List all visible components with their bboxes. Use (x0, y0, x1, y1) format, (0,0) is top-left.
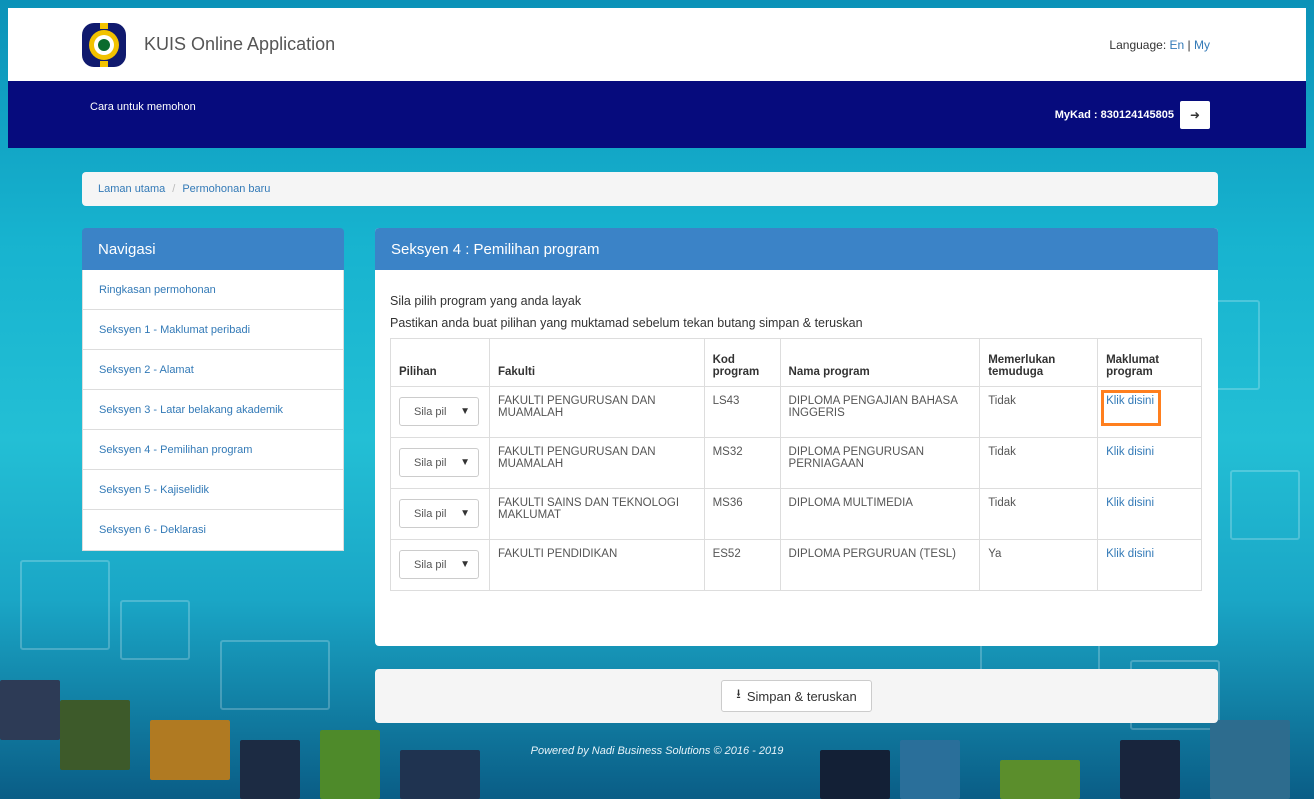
choice-select-value: Sila pil (414, 456, 447, 469)
language-label: Language: (1109, 37, 1167, 52)
dropdown-arrow-icon: ▼ (460, 457, 470, 468)
choice-cell: Sila pil ▼ (390, 488, 490, 540)
choice-select-value: Sila pil (414, 405, 447, 418)
program-cell: DIPLOMA MULTIMEDIA (779, 488, 981, 540)
code-cell: ES52 (703, 539, 781, 591)
action-bar: ⭳ Simpan & teruskan (375, 669, 1218, 723)
main-navbar: Cara untuk memohon MyKad : 830124145805 … (8, 81, 1306, 148)
instruction-text-1: Sila pilih program yang anda layak (390, 294, 582, 308)
program-cell: DIPLOMA PENGURUSAN PERNIAGAAN (779, 437, 981, 489)
col-header-interview: Memerlukan temuduga (979, 338, 1099, 387)
faculty-cell: FAKULTI PENGURUSAN DAN MUAMALAH (488, 386, 705, 438)
app-title: KUIS Online Application (144, 34, 336, 54)
interview-cell: Ya (979, 539, 1099, 591)
user-info: MyKad : 830124145805 ➜ (1055, 101, 1210, 129)
info-cell: Klik disini (1097, 539, 1202, 591)
logout-icon: ➜ (1189, 108, 1201, 122)
dropdown-arrow-icon: ▼ (460, 559, 470, 570)
save-continue-label: Simpan & teruskan (746, 688, 857, 704)
faculty-cell: FAKULTI SAINS DAN TEKNOLOGI MAKLUMAT (488, 488, 705, 540)
program-selection-panel: Seksyen 4 : Pemilihan program Sila pilih… (375, 228, 1218, 646)
choice-cell: Sila pil ▼ (390, 386, 490, 438)
col-header-program: Nama program (779, 338, 981, 387)
footer-text: Powered by Nadi Business Solutions © 201… (530, 745, 784, 757)
col-header-faculty: Fakulti (488, 338, 705, 387)
interview-cell: Tidak (979, 437, 1099, 489)
code-cell: LS43 (703, 386, 781, 438)
info-cell: Klik disini (1097, 488, 1202, 540)
code-cell: MS32 (703, 437, 781, 489)
navigation-list: Ringkasan permohonan Seksyen 1 - Makluma… (82, 270, 344, 551)
breadcrumb-separator: / (172, 183, 176, 195)
table-row: Sila pil ▼ FAKULTI PENGURUSAN DAN MUAMALA… (390, 437, 1202, 489)
col-header-code: Kod program (703, 338, 781, 387)
info-cell: Klik disini (1097, 386, 1202, 438)
brand[interactable]: KUIS Online Application (80, 21, 335, 69)
panel-body: Sila pilih program yang anda layak Pasti… (375, 270, 1218, 591)
table-row: Sila pil ▼ FAKULTI PENDIDIKAN ES52 DIPLOM… (390, 539, 1202, 591)
logout-button[interactable]: ➜ (1180, 101, 1210, 129)
interview-cell: Tidak (979, 386, 1099, 438)
section-title: Seksyen 4 : Pemilihan program (375, 228, 1218, 270)
dropdown-arrow-icon: ▼ (460, 508, 470, 519)
choice-cell: Sila pil ▼ (390, 437, 490, 489)
col-header-info: Maklumat program (1097, 338, 1202, 387)
navigation-title: Navigasi (82, 228, 344, 270)
how-to-apply-link[interactable]: Cara untuk memohon (90, 101, 196, 113)
program-cell: DIPLOMA PERGURUAN (TESL) (779, 539, 981, 591)
program-cell: DIPLOMA PENGAJIAN BAHASA INGGERIS (779, 386, 981, 438)
dropdown-arrow-icon: ▼ (460, 406, 470, 417)
interview-cell: Tidak (979, 488, 1099, 540)
table-row: Sila pil ▼ FAKULTI SAINS DAN TEKNOLOGI MA… (390, 488, 1202, 540)
kuis-logo-icon (82, 22, 126, 67)
nav-item-section-3[interactable]: Seksyen 3 - Latar belakang akademik (83, 390, 343, 430)
choice-select-value: Sila pil (414, 507, 447, 520)
choice-select[interactable]: Sila pil ▼ (399, 499, 479, 528)
info-link[interactable]: Klik disini (1106, 497, 1154, 509)
nav-item-section-1[interactable]: Seksyen 1 - Maklumat peribadi (83, 310, 343, 350)
info-cell: Klik disini (1097, 437, 1202, 489)
lang-en-link[interactable]: En (1170, 38, 1185, 52)
faculty-cell: FAKULTI PENGURUSAN DAN MUAMALAH (488, 437, 705, 489)
choice-select-value: Sila pil (414, 558, 447, 571)
mykad-label: MyKad : 830124145805 (1054, 109, 1174, 121)
choice-select[interactable]: Sila pil ▼ (399, 448, 479, 477)
nav-item-summary[interactable]: Ringkasan permohonan (83, 270, 343, 310)
instruction-text-2: Pastikan anda buat pilihan yang muktamad… (390, 316, 863, 330)
table-row: Sila pil ▼ FAKULTI PENGURUSAN DAN MUAMALA… (390, 386, 1202, 438)
info-link[interactable]: Klik disini (1106, 446, 1154, 458)
navigation-panel: Navigasi Ringkasan permohonan Seksyen 1 … (82, 228, 344, 551)
choice-select[interactable]: Sila pil ▼ (399, 397, 479, 426)
nav-item-section-2[interactable]: Seksyen 2 - Alamat (83, 350, 343, 390)
language-switcher: Language: En | My (1109, 38, 1210, 52)
choice-cell: Sila pil ▼ (390, 539, 490, 591)
save-continue-button[interactable]: ⭳ Simpan & teruskan (721, 680, 872, 712)
faculty-cell: FAKULTI PENDIDIKAN (488, 539, 705, 591)
top-header: KUIS Online Application Language: En | M… (8, 8, 1306, 81)
col-header-choice: Pilihan (390, 338, 490, 387)
breadcrumb-current: Permohonan baru (182, 183, 271, 195)
lang-my-link[interactable]: My (1194, 38, 1210, 52)
info-link[interactable]: Klik disini (1106, 395, 1154, 407)
download-icon: ⭳ (736, 686, 741, 701)
breadcrumb: Laman utama / Permohonan baru (82, 172, 1218, 206)
info-link[interactable]: Klik disini (1106, 548, 1154, 560)
program-table: Pilihan Fakulti Kod program Nama program… (390, 338, 1202, 591)
table-header-row: Pilihan Fakulti Kod program Nama program… (390, 338, 1202, 387)
nav-item-section-4[interactable]: Seksyen 4 - Pemilihan program (83, 430, 343, 470)
lang-separator: | (1187, 37, 1191, 52)
breadcrumb-home-link[interactable]: Laman utama (98, 183, 165, 195)
highlight-box: Klik disini (1101, 390, 1162, 426)
code-cell: MS36 (703, 488, 781, 540)
nav-item-section-5[interactable]: Seksyen 5 - Kajiselidik (83, 470, 343, 510)
nav-item-section-6[interactable]: Seksyen 6 - Deklarasi (83, 510, 343, 550)
choice-select[interactable]: Sila pil ▼ (399, 550, 479, 579)
